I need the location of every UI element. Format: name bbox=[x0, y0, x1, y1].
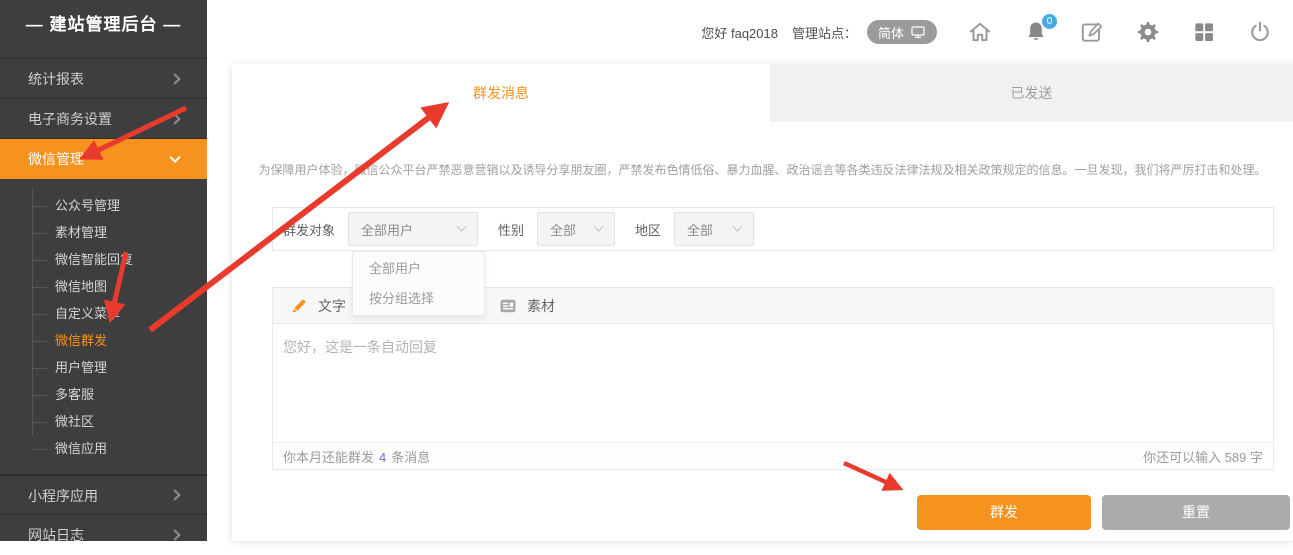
text-tool-button[interactable]: 文字 bbox=[289, 296, 346, 316]
sidebar-item-label: 统计报表 bbox=[28, 71, 84, 87]
sidebar-item-label: 小程序应用 bbox=[28, 488, 98, 504]
policy-notice: 为保障用户体验，微信公众平台严禁恶意营销以及诱导分享朋友圈，严禁发布色情低俗、暴… bbox=[232, 161, 1293, 178]
region-select[interactable]: 全部 bbox=[674, 212, 754, 246]
region-filter-label: 地区 bbox=[635, 220, 661, 239]
region-select-value: 全部 bbox=[687, 220, 713, 239]
wechat-submenu: 公众号管理 素材管理 微信智能回复 微信地图 自定义菜单 微信群发 用户管理 多… bbox=[0, 179, 207, 462]
pencil-icon bbox=[289, 296, 309, 316]
chevron-right-icon bbox=[169, 489, 180, 500]
sidebar-item-miniprogram[interactable]: 小程序应用 bbox=[0, 474, 207, 514]
home-button[interactable] bbox=[967, 19, 993, 45]
app-title: — 建站管理后台 — bbox=[0, 0, 207, 46]
dropdown-option-by-group[interactable]: 按分组选择 bbox=[353, 284, 484, 314]
submenu-item-smart-reply[interactable]: 微信智能回复 bbox=[0, 246, 207, 273]
mass-message-panel: 群发消息 已发送 为保障用户体验，微信公众平台严禁恶意营销以及诱导分享朋友圈，严… bbox=[232, 64, 1293, 541]
language-pill-label: 简体 bbox=[878, 23, 904, 42]
sidebar-item-ecommerce[interactable]: 电子商务设置 bbox=[0, 98, 207, 138]
filter-row: 群发对象 全部用户 性别 全部 地区 全部 bbox=[272, 207, 1274, 251]
logout-button[interactable] bbox=[1247, 19, 1273, 45]
sidebar: — 建站管理后台 — 统计报表 电子商务设置 微信管理 公众号管理 素材管理 微… bbox=[0, 0, 207, 541]
chevron-down-icon bbox=[594, 221, 604, 231]
submenu-item-wechat-app[interactable]: 微信应用 bbox=[0, 435, 207, 462]
submenu-item-official-account[interactable]: 公众号管理 bbox=[0, 192, 207, 219]
monthly-quota-text: 你本月还能群发 4 条消息 bbox=[283, 447, 430, 466]
quota-count: 4 bbox=[379, 450, 386, 465]
submenu-item-material[interactable]: 素材管理 bbox=[0, 219, 207, 246]
apps-button[interactable] bbox=[1191, 19, 1217, 45]
monitor-icon bbox=[910, 24, 926, 40]
language-pill-button[interactable]: 简体 bbox=[867, 20, 937, 44]
sidebar-item-label: 微信管理 bbox=[28, 151, 84, 167]
gender-filter-label: 性别 bbox=[498, 220, 524, 239]
edit-icon bbox=[1079, 19, 1105, 45]
reset-button[interactable]: 重置 bbox=[1102, 495, 1290, 530]
quota-suffix: 条消息 bbox=[391, 450, 430, 465]
sidebar-item-label: 电子商务设置 bbox=[28, 111, 112, 127]
sidebar-item-statistics[interactable]: 统计报表 bbox=[0, 58, 207, 98]
notification-badge: 0 bbox=[1042, 14, 1057, 29]
top-header: 您好 faq2018 管理站点： 简体 0 bbox=[207, 0, 1293, 64]
tab-mass-message[interactable]: 群发消息 bbox=[232, 64, 770, 122]
send-button[interactable]: 群发 bbox=[917, 495, 1091, 530]
sidebar-item-wechat-management[interactable]: 微信管理 bbox=[0, 138, 207, 179]
chevron-down-icon bbox=[169, 152, 180, 163]
gear-icon bbox=[1135, 19, 1161, 45]
submenu-item-mass-send[interactable]: 微信群发 bbox=[0, 327, 207, 354]
editor-footer: 你本月还能群发 4 条消息 你还可以输入 589 字 bbox=[273, 442, 1273, 469]
target-select[interactable]: 全部用户 bbox=[348, 212, 478, 246]
managed-site-label: 管理站点： bbox=[792, 23, 857, 42]
gender-select-value: 全部 bbox=[550, 220, 576, 239]
material-tool-button[interactable]: 素材 bbox=[498, 296, 555, 316]
settings-button[interactable] bbox=[1135, 19, 1161, 45]
message-textarea[interactable]: 您好，这是一条自动回复 bbox=[273, 324, 1273, 442]
chevron-right-icon bbox=[169, 113, 180, 124]
material-tool-label: 素材 bbox=[527, 296, 555, 316]
grid-icon bbox=[1191, 19, 1217, 45]
chevron-right-icon bbox=[169, 529, 180, 540]
submenu-item-multi-service[interactable]: 多客服 bbox=[0, 381, 207, 408]
material-icon bbox=[498, 296, 518, 316]
chevron-right-icon bbox=[169, 73, 180, 84]
remaining-chars-text: 你还可以输入 589 字 bbox=[1143, 447, 1263, 466]
notifications-button[interactable]: 0 bbox=[1023, 19, 1049, 45]
user-greeting: 您好 faq2018 bbox=[701, 23, 778, 42]
compose-button[interactable] bbox=[1079, 19, 1105, 45]
power-icon bbox=[1247, 19, 1273, 45]
submenu-item-custom-menu[interactable]: 自定义菜单 bbox=[0, 300, 207, 327]
home-icon bbox=[967, 19, 993, 45]
dropdown-option-all-users[interactable]: 全部用户 bbox=[353, 254, 484, 284]
tab-bar: 群发消息 已发送 bbox=[232, 64, 1293, 122]
chevron-down-icon bbox=[733, 221, 743, 231]
quota-prefix: 你本月还能群发 bbox=[283, 450, 374, 465]
submenu-item-community[interactable]: 微社区 bbox=[0, 408, 207, 435]
target-select-dropdown: 全部用户 按分组选择 bbox=[352, 251, 485, 316]
target-select-value: 全部用户 bbox=[361, 220, 413, 239]
sidebar-item-site-log[interactable]: 网站日志 bbox=[0, 514, 207, 554]
submenu-item-wechat-map[interactable]: 微信地图 bbox=[0, 273, 207, 300]
submenu-item-user-management[interactable]: 用户管理 bbox=[0, 354, 207, 381]
chevron-down-icon bbox=[457, 221, 467, 231]
text-tool-label: 文字 bbox=[318, 296, 346, 316]
target-filter-label: 群发对象 bbox=[283, 220, 335, 239]
gender-select[interactable]: 全部 bbox=[537, 212, 615, 246]
tab-sent[interactable]: 已发送 bbox=[770, 64, 1293, 122]
